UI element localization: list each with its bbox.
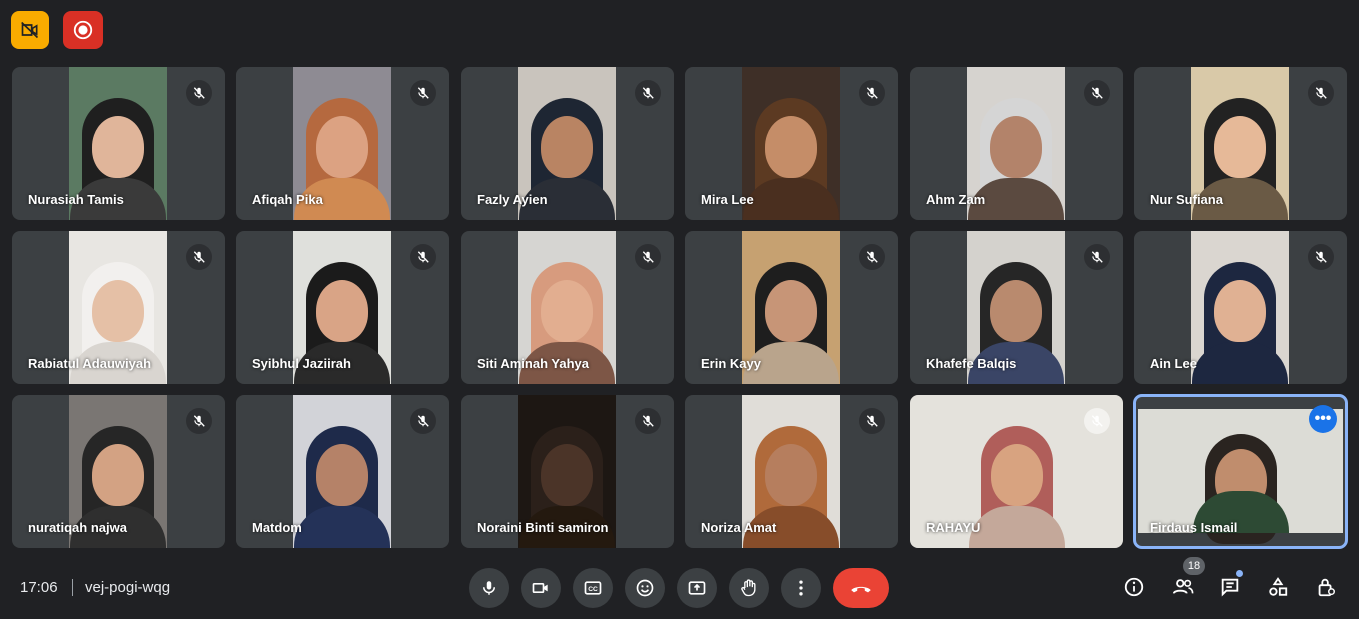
participant-name: Fazly Ayien xyxy=(477,192,548,207)
present-icon xyxy=(688,581,706,595)
captions-button[interactable]: CC xyxy=(573,568,613,608)
activities-button[interactable] xyxy=(1265,574,1291,600)
participant-tile[interactable]: Afiqah Pika xyxy=(236,67,449,220)
participant-name: Erin Kayy xyxy=(701,356,761,371)
participant-tile[interactable]: Noriza Amat xyxy=(685,395,898,548)
participant-tile[interactable]: Rabiatul Adauwiyah xyxy=(12,231,225,384)
camera-icon xyxy=(532,583,548,593)
mic-off-icon xyxy=(410,408,436,434)
meeting-time: 17:06 xyxy=(20,579,58,596)
participant-name: Khafefe Balqis xyxy=(926,356,1017,371)
mic-off-icon xyxy=(635,244,661,270)
recording-indicator-button[interactable] xyxy=(63,11,103,49)
leave-call-button[interactable] xyxy=(833,568,889,608)
participant-tile[interactable]: Ahm Zam xyxy=(910,67,1123,220)
mic-off-icon xyxy=(186,408,212,434)
host-controls-button[interactable] xyxy=(1313,574,1339,600)
captions-icon: CC xyxy=(584,581,602,595)
participant-name: Nur Sufiana xyxy=(1150,192,1223,207)
participant-name: Nurasiah Tamis xyxy=(28,192,124,207)
participant-video xyxy=(293,395,391,548)
mic-off-icon xyxy=(1308,80,1334,106)
chat-unread-dot xyxy=(1236,570,1243,577)
participant-name: Noriza Amat xyxy=(701,520,777,535)
mic-off-icon xyxy=(1084,80,1110,106)
meeting-code[interactable]: vej-pogi-wqg xyxy=(85,579,170,596)
participant-tile[interactable]: Khafefe Balqis xyxy=(910,231,1123,384)
mic-off-icon xyxy=(186,80,212,106)
participant-name: Syibhul Jaziirah xyxy=(252,356,351,371)
participant-video xyxy=(742,67,840,220)
chat-icon xyxy=(1221,578,1239,597)
info-icon xyxy=(1124,577,1144,597)
participant-name: nuratiqah najwa xyxy=(28,520,127,535)
participant-tile[interactable]: nuratiqah najwa xyxy=(12,395,225,548)
participant-tile[interactable]: Mira Lee xyxy=(685,67,898,220)
video-off-icon xyxy=(21,21,39,39)
participant-tile[interactable]: Noraini Binti samiron xyxy=(461,395,674,548)
mic-off-icon xyxy=(1084,408,1110,434)
participant-tile[interactable]: Ain Lee xyxy=(1134,231,1347,384)
participant-name: Ahm Zam xyxy=(926,192,986,207)
bottom-toolbar: 17:06 vej-pogi-wqg CC 18 xyxy=(0,557,1359,619)
record-icon xyxy=(73,20,93,40)
mic-off-icon xyxy=(859,80,885,106)
raise-hand-button[interactable] xyxy=(729,568,769,608)
camera-button[interactable] xyxy=(521,568,561,608)
meeting-details-button[interactable] xyxy=(1121,574,1147,600)
participant-tile[interactable]: Erin Kayy xyxy=(685,231,898,384)
raise-hand-icon xyxy=(741,579,756,597)
participant-name: Noraini Binti samiron xyxy=(477,520,609,535)
participant-tile[interactable]: ••• Firdaus Ismail xyxy=(1133,394,1348,549)
mic-off-icon xyxy=(635,408,661,434)
end-call-icon xyxy=(851,586,871,593)
mic-off-icon xyxy=(1084,244,1110,270)
participant-tile[interactable]: Syibhul Jaziirah xyxy=(236,231,449,384)
participant-name: Ain Lee xyxy=(1150,356,1197,371)
svg-text:CC: CC xyxy=(588,586,598,593)
participant-name: Matdom xyxy=(252,520,302,535)
mic-icon xyxy=(483,581,495,595)
tile-more-options-button[interactable]: ••• xyxy=(1309,405,1337,433)
participant-tile[interactable]: Nurasiah Tamis xyxy=(12,67,225,220)
participant-tile[interactable]: Fazly Ayien xyxy=(461,67,674,220)
camera-off-indicator-button[interactable] xyxy=(11,11,49,49)
mic-off-icon xyxy=(859,244,885,270)
participant-name: Afiqah Pika xyxy=(252,192,323,207)
mic-off-icon xyxy=(1308,244,1334,270)
mic-off-icon xyxy=(635,80,661,106)
participant-name: Siti Aminah Yahya xyxy=(477,356,589,371)
mic-off-icon xyxy=(859,408,885,434)
participant-video xyxy=(1191,231,1289,384)
emoji-icon xyxy=(636,579,654,597)
present-screen-button[interactable] xyxy=(677,568,717,608)
participant-name: RAHAYU xyxy=(926,520,981,535)
participant-name: Rabiatul Adauwiyah xyxy=(28,356,152,371)
more-options-icon xyxy=(799,580,803,596)
microphone-button[interactable] xyxy=(469,568,509,608)
participant-name: Firdaus Ismail xyxy=(1150,520,1238,535)
reactions-button[interactable] xyxy=(625,568,665,608)
participant-tile[interactable]: RAHAYU xyxy=(910,395,1123,548)
participant-tile[interactable]: Matdom xyxy=(236,395,449,548)
participant-name: Mira Lee xyxy=(701,192,754,207)
mic-off-icon xyxy=(410,80,436,106)
mic-off-icon xyxy=(410,244,436,270)
more-options-button[interactable] xyxy=(781,568,821,608)
participants-count-badge: 18 xyxy=(1183,557,1205,575)
mic-off-icon xyxy=(186,244,212,270)
divider xyxy=(72,579,73,596)
activities-icon xyxy=(1269,577,1288,596)
people-icon xyxy=(1172,579,1194,594)
lock-person-icon xyxy=(1318,578,1335,597)
show-everyone-button[interactable] xyxy=(1170,574,1196,600)
chat-button[interactable] xyxy=(1217,574,1243,600)
participant-tile[interactable]: Nur Sufiana xyxy=(1134,67,1347,220)
participant-tile[interactable]: Siti Aminah Yahya xyxy=(461,231,674,384)
